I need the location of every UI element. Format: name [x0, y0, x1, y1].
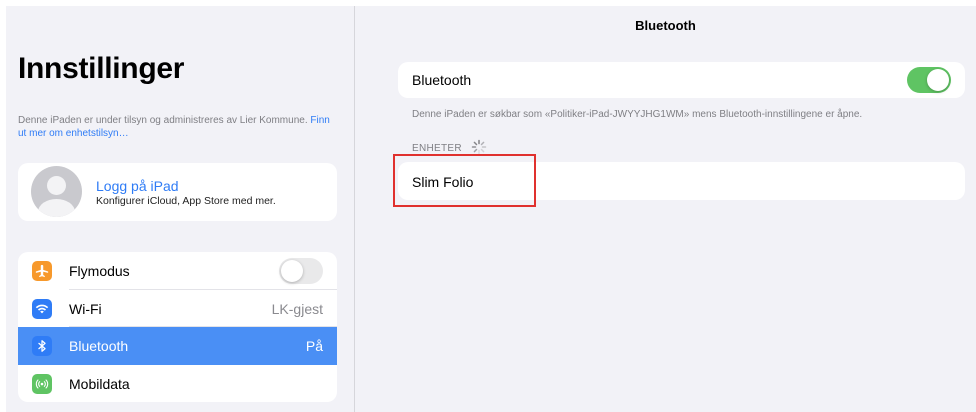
avatar-icon	[31, 166, 82, 217]
bluetooth-toggle[interactable]	[907, 67, 951, 93]
sign-in-subtitle: Konfigurer iCloud, App Store med mer.	[96, 195, 276, 207]
bluetooth-icon	[32, 336, 52, 356]
annotation-highlight-box	[393, 154, 536, 207]
airplane-icon	[32, 261, 52, 281]
bluetooth-toggle-row: Bluetooth	[398, 62, 965, 98]
bluetooth-toggle-label: Bluetooth	[412, 72, 472, 88]
cellular-icon	[32, 373, 52, 394]
airplane-mode-toggle[interactable]	[279, 258, 323, 284]
sidebar-item-label: Mobildata	[69, 375, 130, 392]
wifi-icon	[32, 298, 52, 319]
settings-list: Flymodus Wi-Fi LK-gjest Bluetooth På Mob…	[18, 252, 337, 402]
loading-spinner-icon	[471, 139, 487, 155]
sidebar-item-label: Wi-Fi	[69, 300, 102, 317]
sidebar-item-bluetooth[interactable]: Bluetooth På	[18, 327, 337, 365]
split-divider	[354, 6, 355, 412]
sidebar-item-cellular[interactable]: Mobildata	[18, 365, 337, 403]
sign-in-card[interactable]: Logg på iPad Konfigurer iCloud, App Stor…	[18, 163, 337, 221]
wifi-network-value: LK-gjest	[271, 300, 323, 317]
supervision-text: Denne iPaden er under tilsyn og administ…	[18, 115, 308, 126]
sidebar-item-wifi[interactable]: Wi-Fi LK-gjest	[18, 290, 337, 327]
sidebar-item-airplane-mode[interactable]: Flymodus	[18, 252, 337, 290]
sidebar-item-label: Flymodus	[69, 263, 130, 279]
discoverable-notice: Denne iPaden er søkbar som «Politiker-iP…	[412, 109, 863, 120]
sidebar-title: Innstillinger	[18, 52, 185, 85]
sign-in-title: Logg på iPad	[96, 178, 179, 194]
supervision-notice: Denne iPaden er under tilsyn og administ…	[18, 114, 338, 140]
bluetooth-status-value: På	[305, 338, 323, 354]
devices-section-header: ENHETER	[412, 143, 462, 154]
page-title: Bluetooth	[635, 18, 696, 33]
sidebar-item-label: Bluetooth	[69, 338, 129, 354]
